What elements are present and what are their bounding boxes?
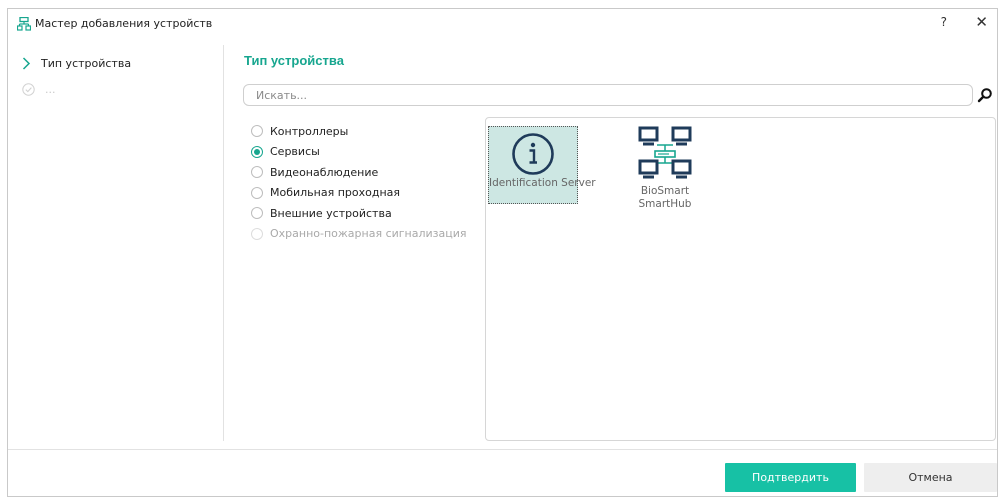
device-type-list: Контроллеры Сервисы Видеонаблюдение Моби… — [251, 121, 481, 244]
page-title: Тип устройства — [244, 53, 344, 68]
type-option-label: Охранно-пожарная сигнализация — [270, 227, 467, 241]
step-device-type[interactable]: Тип устройства — [22, 54, 131, 72]
device-tile-biosmart-smarthub[interactable]: BioSmart SmartHub — [620, 126, 710, 210]
step-label: Тип устройства — [41, 56, 132, 70]
cancel-button[interactable]: Отмена — [864, 463, 997, 492]
type-option-external-devices[interactable]: Внешние устройства — [251, 203, 481, 224]
type-option-services[interactable]: Сервисы — [251, 142, 481, 163]
window-title: Мастер добавления устройств — [35, 17, 213, 30]
radio-button[interactable] — [251, 186, 263, 199]
title-bar: Мастер добавления устройств ? ✕ — [8, 9, 997, 39]
type-option-label: Внешние устройства — [270, 206, 392, 220]
network-hub-icon — [638, 126, 692, 179]
type-option-label: Контроллеры — [270, 124, 349, 138]
check-circle-icon — [22, 82, 35, 96]
search-input[interactable] — [243, 84, 973, 106]
device-label: Identification Server — [489, 177, 596, 189]
radio-button[interactable] — [251, 125, 263, 138]
type-option-video[interactable]: Видеонаблюдение — [251, 162, 481, 183]
wizard-steps-sidebar: Тип устройства ... — [8, 45, 224, 441]
step-label: ... — [45, 82, 56, 96]
device-grid: Identification Server BioSmart SmartHub — [485, 117, 996, 441]
chevron-right-icon — [22, 56, 31, 70]
type-option-controllers[interactable]: Контроллеры — [251, 121, 481, 142]
device-tile-identification-server[interactable]: Identification Server — [488, 126, 596, 204]
type-option-fire-alarm: Охранно-пожарная сигнализация — [251, 224, 481, 245]
type-option-label: Мобильная проходная — [270, 186, 401, 200]
step-pending: ... — [22, 80, 56, 98]
type-option-label: Видеонаблюдение — [270, 165, 379, 179]
search-icon[interactable] — [977, 87, 993, 103]
device-wizard-window: Мастер добавления устройств ? ✕ Тип устр… — [7, 8, 998, 497]
confirm-button[interactable]: Подтвердить — [725, 463, 856, 492]
help-button[interactable]: ? — [941, 15, 947, 29]
close-button[interactable]: ✕ — [975, 13, 988, 31]
info-circle-icon — [512, 133, 554, 175]
type-option-mobile-checkpoint[interactable]: Мобильная проходная — [251, 183, 481, 204]
devices-tree-icon — [17, 17, 31, 31]
footer-divider — [8, 449, 997, 450]
radio-button[interactable] — [251, 145, 263, 158]
device-label: BioSmart SmartHub — [638, 185, 692, 210]
radio-button[interactable] — [251, 207, 263, 220]
radio-button[interactable] — [251, 166, 263, 179]
type-option-label: Сервисы — [270, 145, 320, 159]
radio-button — [251, 227, 263, 240]
